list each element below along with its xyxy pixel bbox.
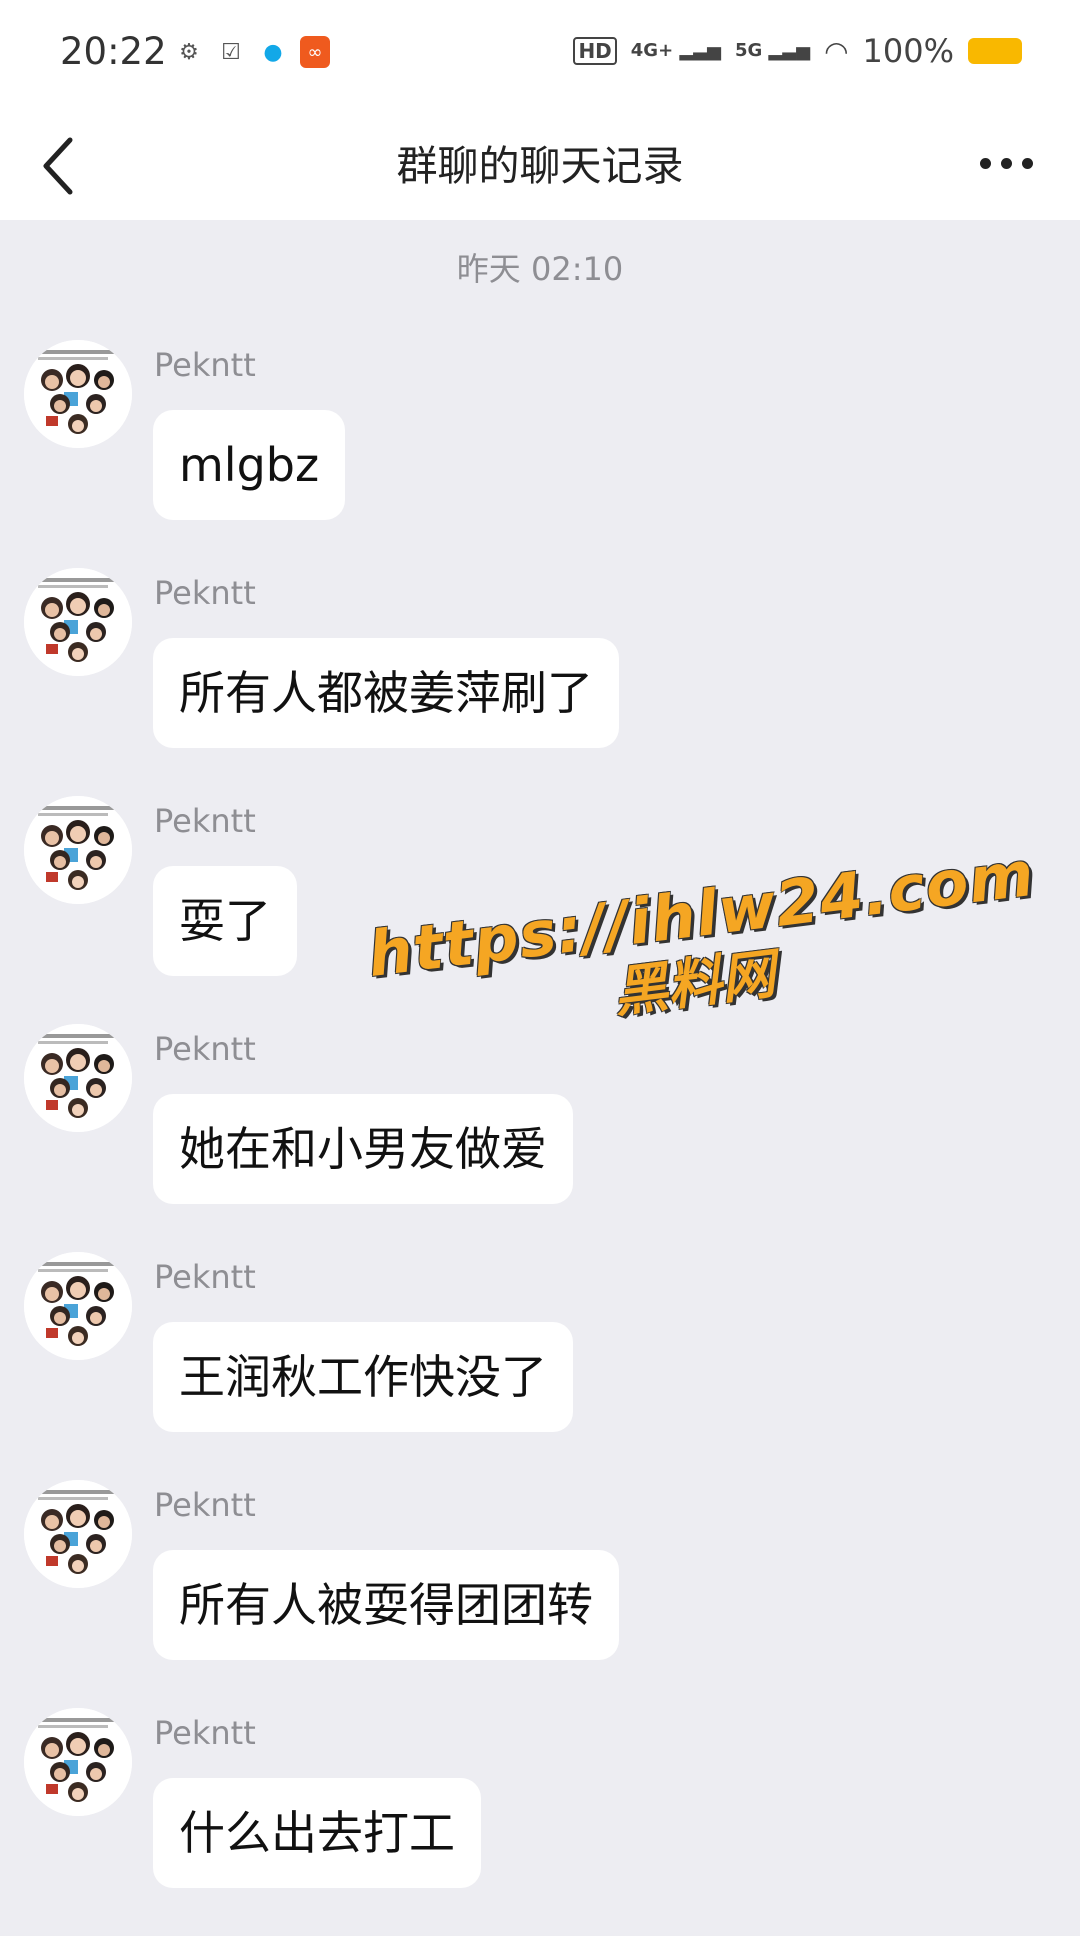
more-options-button[interactable]	[980, 148, 1040, 178]
avatar[interactable]	[24, 568, 132, 676]
sender-name: Pekntt	[154, 802, 256, 840]
sender-name: Pekntt	[154, 1030, 256, 1068]
header-bar: 群聊的聊天记录	[0, 110, 1080, 220]
avatar[interactable]	[24, 1480, 132, 1588]
battery-percent: 100%	[862, 32, 954, 70]
more-dot	[980, 157, 991, 169]
qq-penguin-icon: ●	[263, 39, 283, 65]
avatar[interactable]	[24, 340, 132, 448]
message-timestamp: 昨天 02:10	[456, 250, 624, 288]
sender-name: Pekntt	[154, 1258, 256, 1296]
avatar[interactable]	[24, 1708, 132, 1816]
clipboard-check-icon: ☑	[221, 39, 241, 65]
avatar[interactable]	[24, 796, 132, 904]
app-notification-icon: ∞	[300, 36, 330, 68]
more-dot	[1001, 157, 1012, 169]
sender-name: Pekntt	[154, 1714, 256, 1752]
message-bubble[interactable]: 耍了	[153, 866, 297, 976]
sender-name: Pekntt	[154, 346, 256, 384]
page-title: 群聊的聊天记录	[396, 142, 684, 190]
notification-icons: ⚙ ☑ ● ∞	[174, 36, 330, 68]
message-bubble[interactable]: mlgbz	[153, 410, 346, 520]
message-row: Pekntt 王润秋工作快没了	[0, 1252, 1080, 1480]
message-bubble[interactable]: 所有人被耍得团团转	[153, 1550, 619, 1660]
message-row: Pekntt 她在和小男友做爱	[0, 1024, 1080, 1252]
message-row: Pekntt 耍了	[0, 796, 1080, 1024]
status-bar: 20:22 ⚙ ☑ ● ∞ HD 4G+ ▂▃▅ 5G ▂▃▅ ◠ 100%	[0, 0, 1080, 110]
message-row: Pekntt mlgbz	[0, 340, 1080, 568]
status-time: 20:22	[60, 30, 167, 73]
more-dot	[1022, 157, 1033, 169]
hd-icon: HD	[573, 37, 617, 65]
status-right: HD 4G+ ▂▃▅ 5G ▂▃▅ ◠ 100%	[573, 32, 1022, 70]
avatar[interactable]	[24, 1252, 132, 1360]
sender-name: Pekntt	[154, 1486, 256, 1524]
message-row: Pekntt 所有人被耍得团团转	[0, 1480, 1080, 1708]
message-bubble[interactable]: 什么出去打工	[153, 1778, 481, 1888]
battery-icon	[968, 38, 1022, 64]
message-bubble[interactable]: 所有人都被姜萍刷了	[153, 638, 619, 748]
sender-name: Pekntt	[154, 574, 256, 612]
message-bubble[interactable]: 她在和小男友做爱	[153, 1094, 573, 1204]
message-row: Pekntt 什么出去打工	[0, 1708, 1080, 1936]
avatar[interactable]	[24, 1024, 132, 1132]
message-row: Pekntt 所有人都被姜萍刷了	[0, 568, 1080, 796]
wifi-icon: ◠	[824, 34, 849, 68]
signal-4g-icon: 4G+ ▂▃▅	[630, 40, 721, 61]
message-bubble[interactable]: 王润秋工作快没了	[153, 1322, 573, 1432]
gear-icon: ⚙	[179, 39, 199, 65]
signal-5g-icon: 5G ▂▃▅	[734, 40, 811, 61]
